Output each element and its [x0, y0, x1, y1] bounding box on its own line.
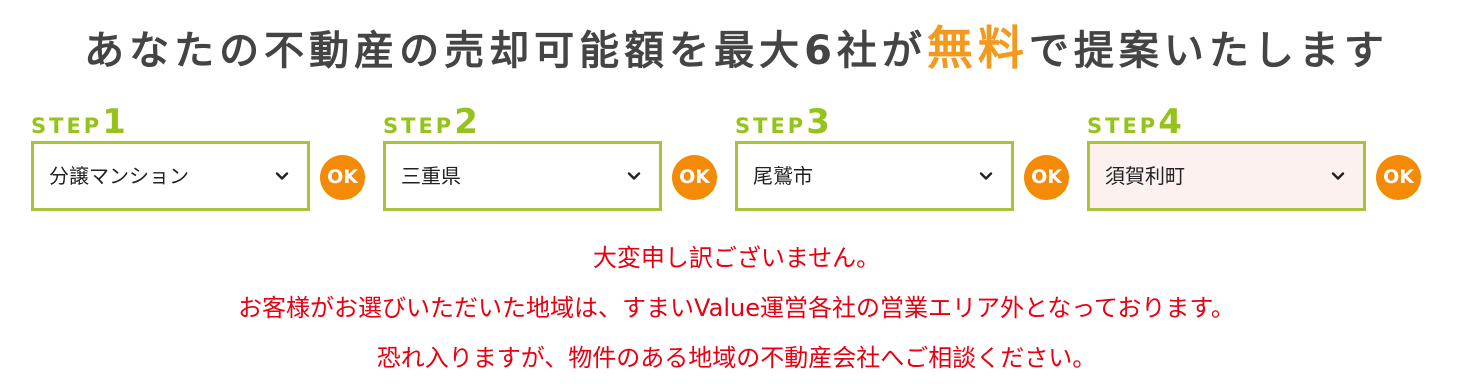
ok-button-step-1[interactable]: OK: [320, 155, 365, 200]
prefecture-select[interactable]: 三重県: [383, 141, 662, 211]
notice-consult-local: 恐れ入りますが、物件のある地域の不動産会社へご相談ください。: [376, 344, 1097, 372]
step-word: STEP: [735, 114, 807, 138]
city-select[interactable]: 尾鷲市: [735, 141, 1014, 211]
step-number: 2: [454, 102, 478, 142]
select-value: 分譲マンション: [49, 164, 189, 188]
chevron-down-icon: [275, 172, 289, 180]
page-headline: あなたの不動産の売却可能額を最大6社が無料で提案いたします: [0, 22, 1473, 77]
notice-apology: 大変申し訳ございません。: [592, 244, 881, 272]
headline-text-after: で提案いたします: [1028, 28, 1389, 74]
select-value: 須賀利町: [1105, 164, 1185, 188]
step-number: 1: [102, 102, 126, 142]
step-number: 3: [806, 102, 830, 142]
property-type-select[interactable]: 分譲マンション: [31, 141, 310, 211]
step-3-label: STEP3: [735, 102, 830, 142]
chevron-down-icon: [627, 172, 641, 180]
step-word: STEP: [383, 114, 455, 138]
step-2-label: STEP2: [383, 102, 478, 142]
headline-text-before: あなたの不動産の売却可能額を最大6社が: [84, 28, 927, 74]
headline-free-accent: 無料: [926, 21, 1029, 75]
ok-button-step-4[interactable]: OK: [1376, 155, 1421, 200]
step-3: STEP3 尾鷲市 OK: [735, 100, 1145, 218]
search-panel: あなたの不動産の売却可能額を最大6社が無料で提案いたします STEP1 分譲マン…: [0, 0, 1473, 384]
step-4: STEP4 須賀利町 OK: [1087, 100, 1473, 218]
ok-button-step-3[interactable]: OK: [1024, 155, 1069, 200]
chevron-down-icon: [979, 172, 993, 180]
ok-button-step-2[interactable]: OK: [672, 155, 717, 200]
step-word: STEP: [1087, 114, 1159, 138]
notice-out-of-area: お客様がお選びいただいた地域は、すまいValue運営各社の営業エリア外となってお…: [238, 294, 1235, 322]
step-number: 4: [1158, 102, 1182, 142]
chevron-down-icon: [1331, 172, 1345, 180]
town-select[interactable]: 須賀利町: [1087, 141, 1366, 211]
step-word: STEP: [31, 114, 103, 138]
step-2: STEP2 三重県 OK: [383, 100, 793, 218]
step-1-label: STEP1: [31, 102, 126, 142]
step-1: STEP1 分譲マンション OK: [31, 100, 441, 218]
select-value: 三重県: [401, 164, 461, 188]
step-4-label: STEP4: [1087, 102, 1182, 142]
select-value: 尾鷲市: [753, 164, 813, 188]
